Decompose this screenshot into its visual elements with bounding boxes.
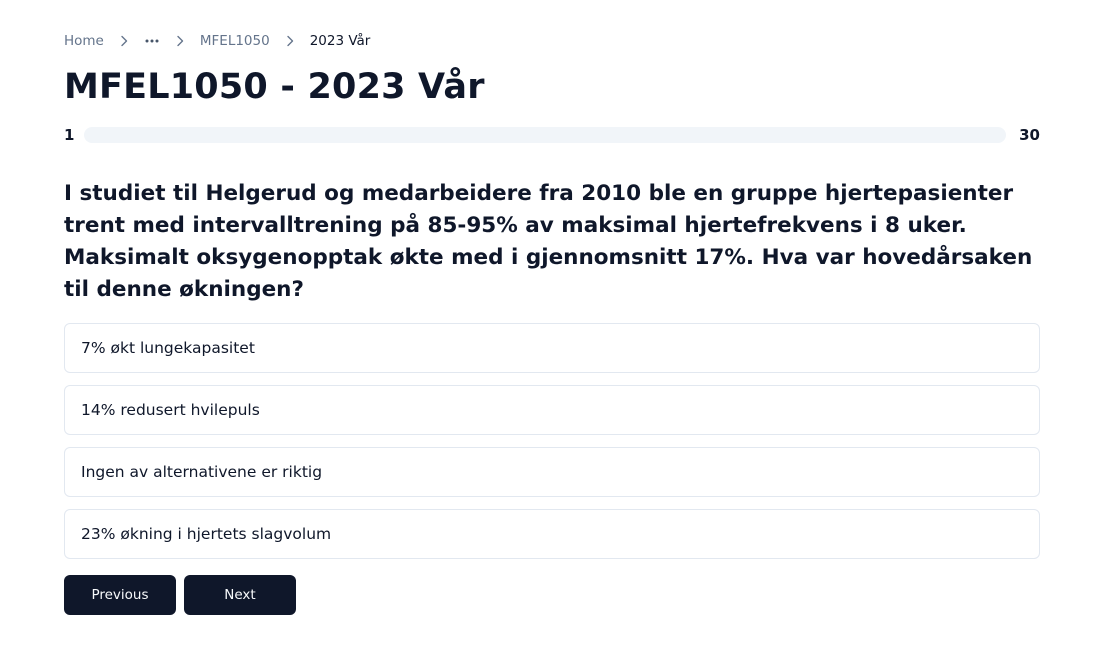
answer-option[interactable]: 14% redusert hvilepuls [64,385,1040,435]
page-title: MFEL1050 - 2023 Vår [64,67,485,107]
chevron-right-icon [173,35,187,47]
chevron-right-icon [283,35,297,47]
answer-options: 7% økt lungekapasitet 14% redusert hvile… [64,323,1040,571]
next-button[interactable]: Next [184,575,296,615]
breadcrumb-current: 2023 Vår [309,33,371,49]
previous-button[interactable]: Previous [64,575,176,615]
answer-option[interactable]: 7% økt lungekapasitet [64,323,1040,373]
progress-current: 1 [64,126,75,144]
breadcrumb: Home MFEL1050 2023 Vår [64,31,370,51]
question-text: I studiet til Helgerud og medarbeidere f… [64,181,1033,302]
chevron-right-icon [117,35,131,47]
progress-total: 30 [1019,126,1040,144]
more-horizontal-icon[interactable] [144,39,160,43]
breadcrumb-home-link[interactable]: Home [64,33,104,49]
progress-bar [84,127,1006,143]
question-navigation: Previous Next [64,575,304,615]
breadcrumb-course-link[interactable]: MFEL1050 [200,33,270,49]
answer-option[interactable]: Ingen av alternativene er riktig [64,447,1040,497]
question-progress: 1 30 [64,125,1040,145]
answer-option[interactable]: 23% økning i hjertets slagvolum [64,509,1040,559]
